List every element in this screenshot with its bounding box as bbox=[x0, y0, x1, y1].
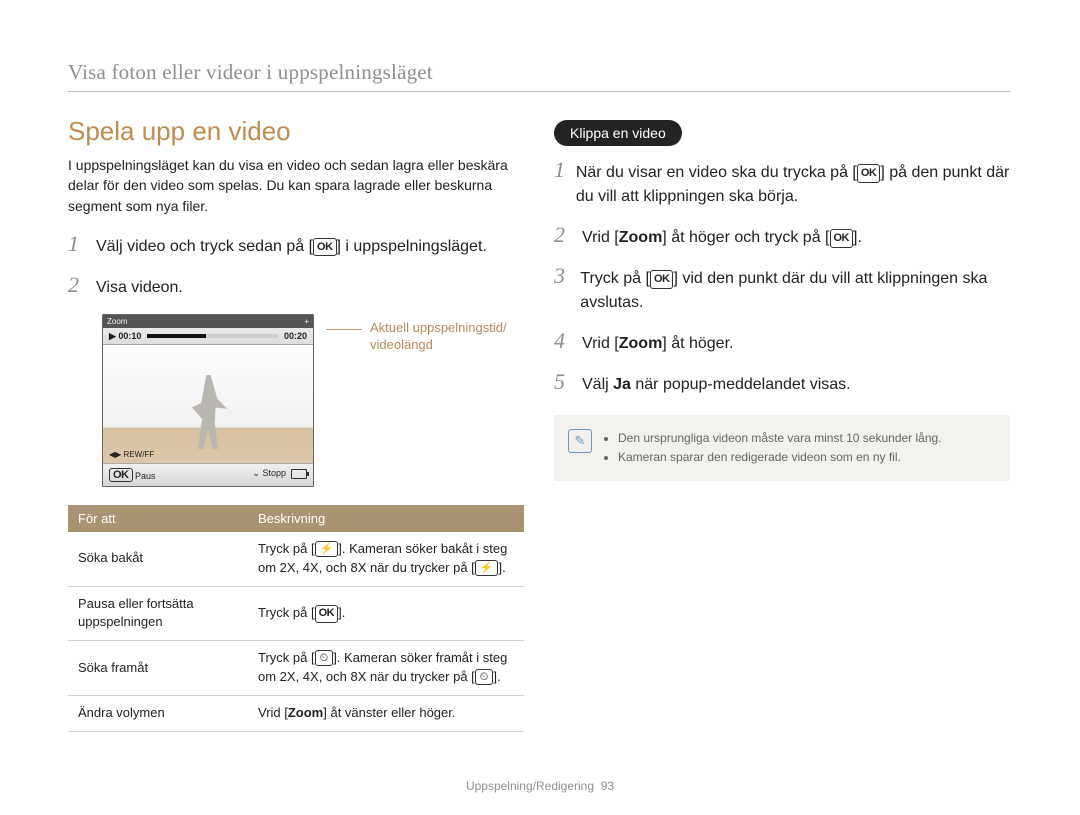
video-preview: Zoom+ ▶ 00:10 00:20 ◀▶ REW/FF OK Paus ⌄ … bbox=[102, 314, 314, 487]
left-steps: 1 Välj video och tryck sedan på [OK] i up… bbox=[68, 232, 524, 300]
battery-icon bbox=[291, 469, 307, 479]
step-text: Välj video och tryck sedan på [OK] i upp… bbox=[96, 232, 487, 259]
description-cell: Vrid [Zoom] åt vänster eller höger. bbox=[248, 695, 524, 731]
left-column: Spela upp en video I uppspelningsläget k… bbox=[68, 116, 524, 732]
header-rule bbox=[68, 91, 1010, 92]
breadcrumb: Visa foton eller videor i uppspelningslä… bbox=[68, 60, 1010, 85]
action-cell: Söka framåt bbox=[68, 641, 248, 696]
step-number: 2 bbox=[554, 223, 572, 247]
skater-silhouette bbox=[187, 375, 229, 449]
step-number: 1 bbox=[68, 232, 86, 256]
step: 1 Välj video och tryck sedan på [OK] i up… bbox=[68, 232, 524, 259]
th-action: För att bbox=[68, 505, 248, 532]
action-cell: Ändra volymen bbox=[68, 695, 248, 731]
step: 3 Tryck på [OK] vid den punkt där du vill… bbox=[554, 264, 1010, 315]
step-text: Tryck på [OK] vid den punkt där du vill … bbox=[580, 264, 1010, 315]
note-box: ✎ Den ursprungliga videon måste vara min… bbox=[554, 415, 1010, 481]
right-column: Klippa en video 1 När du visar en video s… bbox=[554, 116, 1010, 732]
section-title: Spela upp en video bbox=[68, 116, 524, 147]
step: 5 Välj Ja när popup-meddelandet visas. bbox=[554, 370, 1010, 397]
step-text: Vrid [Zoom] åt höger och tryck på [OK]. bbox=[582, 223, 862, 250]
step: 2 Visa videon. bbox=[68, 273, 524, 300]
clip-video-heading: Klippa en video bbox=[554, 120, 682, 146]
step-number: 2 bbox=[68, 273, 86, 297]
ok-icon: OK bbox=[650, 270, 674, 289]
table-row: Ändra volymenVrid [Zoom] åt vänster elle… bbox=[68, 695, 524, 731]
note-item: Den ursprungliga videon måste vara minst… bbox=[618, 429, 942, 448]
description-cell: Tryck på [⏲]. Kameran söker framåt i ste… bbox=[248, 641, 524, 696]
ok-icon: OK bbox=[315, 605, 339, 623]
preview-frame: ◀▶ REW/FF bbox=[103, 345, 313, 463]
step-number: 4 bbox=[554, 329, 572, 353]
ok-icon: OK bbox=[109, 468, 133, 482]
ok-icon: OK bbox=[830, 229, 854, 248]
page-footer: Uppspelning/Redigering 93 bbox=[0, 779, 1080, 793]
step-text: När du visar en video ska du trycka på [… bbox=[576, 158, 1010, 209]
footer-section: Uppspelning/Redigering bbox=[466, 779, 594, 793]
timer-icon: ⏲ bbox=[315, 650, 334, 666]
flash-icon: ⚡ bbox=[315, 541, 339, 557]
table-row: Söka framåtTryck på [⏲]. Kameran söker f… bbox=[68, 641, 524, 696]
table-row: Söka bakåtTryck på [⚡]. Kameran söker ba… bbox=[68, 532, 524, 586]
step-text: Vrid [Zoom] åt höger. bbox=[582, 329, 733, 356]
video-preview-block: Zoom+ ▶ 00:10 00:20 ◀▶ REW/FF OK Paus ⌄ … bbox=[102, 314, 524, 487]
leader-label: Aktuell uppspelningstid/videolängd bbox=[370, 320, 507, 354]
step-number: 1 bbox=[554, 158, 566, 182]
description-cell: Tryck på [OK]. bbox=[248, 586, 524, 641]
preview-zoom-bar: Zoom+ bbox=[103, 315, 313, 328]
intro-text: I uppspelningsläget kan du visa en video… bbox=[68, 155, 524, 216]
callout-leader: Aktuell uppspelningstid/videolängd bbox=[326, 314, 524, 354]
pause-label: Paus bbox=[135, 471, 156, 481]
time-current: 00:10 bbox=[118, 331, 141, 341]
step-text: Visa videon. bbox=[96, 273, 183, 300]
step-text: Välj Ja när popup-meddelandet visas. bbox=[582, 370, 851, 397]
controls-table: För att Beskrivning Söka bakåtTryck på [… bbox=[68, 505, 524, 732]
table-row: Pausa eller fortsätta uppspelningenTryck… bbox=[68, 586, 524, 641]
step: 4 Vrid [Zoom] åt höger. bbox=[554, 329, 1010, 356]
rewff-label: ◀▶ REW/FF bbox=[109, 450, 154, 459]
right-steps: 1 När du visar en video ska du trycka på … bbox=[554, 158, 1010, 397]
action-cell: Pausa eller fortsätta uppspelningen bbox=[68, 586, 248, 641]
note-item: Kameran sparar den redigerade videon som… bbox=[618, 448, 942, 467]
description-cell: Tryck på [⚡]. Kameran söker bakåt i steg… bbox=[248, 532, 524, 586]
ok-icon: OK bbox=[857, 164, 881, 183]
th-description: Beskrivning bbox=[248, 505, 524, 532]
stop-label: Stopp bbox=[262, 468, 286, 478]
preview-footer: OK Paus ⌄ Stopp bbox=[103, 463, 313, 486]
action-cell: Söka bakåt bbox=[68, 532, 248, 586]
step: 1 När du visar en video ska du trycka på … bbox=[554, 158, 1010, 209]
note-icon: ✎ bbox=[568, 429, 592, 453]
leader-line bbox=[326, 329, 362, 330]
zoom-label: Zoom bbox=[107, 317, 127, 326]
time-total: 00:20 bbox=[284, 331, 307, 341]
flash-icon: ⚡ bbox=[475, 560, 499, 576]
step-number: 3 bbox=[554, 264, 570, 288]
notes-list: Den ursprungliga videon måste vara minst… bbox=[604, 429, 942, 467]
ok-icon: OK bbox=[313, 238, 337, 257]
progress-bar bbox=[147, 334, 278, 338]
step: 2 Vrid [Zoom] åt höger och tryck på [OK]. bbox=[554, 223, 1010, 250]
step-number: 5 bbox=[554, 370, 572, 394]
footer-page: 93 bbox=[601, 779, 614, 793]
timer-icon: ⏲ bbox=[475, 669, 494, 685]
preview-time-bar: ▶ 00:10 00:20 bbox=[103, 328, 313, 345]
